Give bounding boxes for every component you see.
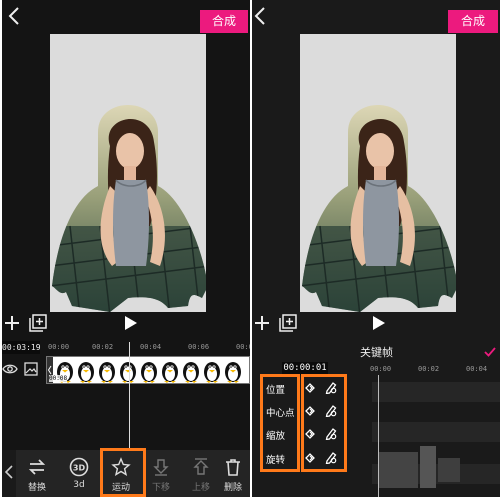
penguin-thumbnail: [225, 362, 241, 383]
keyframe-title: 关键帧: [360, 346, 393, 359]
keyframe-track[interactable]: [372, 422, 500, 442]
collapse-button[interactable]: [2, 450, 16, 497]
penguin-thumbnail: [141, 362, 157, 383]
penguin-thumbnail: [120, 362, 136, 383]
ruler-tick: 00:00: [48, 343, 70, 351]
clip-duration: 00:08: [49, 375, 68, 382]
timeline-ruler: 00:03:19 00:00 00:02 00:04 00:06 00:0: [2, 341, 250, 355]
ruler-tick: 00:06: [188, 343, 210, 351]
move-down-button[interactable]: 下移: [142, 450, 180, 497]
move-down-icon: [153, 459, 169, 476]
ruler-tick: 00:00: [370, 365, 392, 373]
clip-strip[interactable]: 00:08: [46, 356, 250, 384]
highlight-box: [260, 374, 300, 472]
replace-button[interactable]: 替换: [18, 450, 56, 497]
keyframe-track[interactable]: [372, 382, 500, 402]
penguin-thumbnail: [162, 362, 178, 383]
current-time: 00:03:19: [2, 341, 41, 354]
move-up-icon: [193, 458, 209, 475]
preview-toolbar: [252, 313, 500, 337]
highlight-box: [100, 448, 146, 497]
blurred-area: [420, 446, 436, 488]
button-label: 删除: [223, 483, 242, 493]
ruler-tick: 00:04: [140, 343, 162, 351]
penguin-thumbnail: [204, 362, 220, 383]
play-icon[interactable]: [120, 313, 140, 333]
playhead[interactable]: [129, 342, 130, 450]
delete-button[interactable]: 删除: [214, 450, 250, 497]
add-layer-icon[interactable]: [28, 313, 48, 333]
back-arrow-icon[interactable]: [6, 6, 22, 26]
preview-canvas[interactable]: [300, 34, 456, 312]
play-icon[interactable]: [368, 313, 388, 333]
preview-canvas[interactable]: [50, 34, 206, 312]
add-layer-icon[interactable]: [278, 313, 298, 333]
check-icon[interactable]: [484, 346, 496, 358]
add-icon[interactable]: [252, 313, 272, 333]
3d-icon: 3D: [69, 457, 89, 477]
ruler-tick: 00:02: [418, 365, 440, 373]
3d-button[interactable]: 3D 3d: [60, 450, 98, 497]
keyframe-playhead[interactable]: [378, 375, 379, 497]
ruler-tick: 00:0: [236, 343, 250, 351]
blurred-area: [438, 458, 460, 482]
penguin-thumbnail: [183, 362, 199, 383]
highlight-box: [301, 374, 347, 472]
preview-toolbar: [2, 313, 250, 337]
ruler-tick: 00:04: [466, 365, 488, 373]
eye-icon[interactable]: [2, 362, 18, 376]
swap-icon: [28, 459, 46, 475]
compose-button[interactable]: 合成: [448, 10, 498, 33]
preview-photo: [300, 34, 456, 312]
penguin-thumbnail: [99, 362, 115, 383]
ruler-tick: 00:02: [92, 343, 114, 351]
image-icon[interactable]: [24, 362, 38, 376]
back-arrow-icon[interactable]: [252, 6, 268, 26]
compose-button[interactable]: 合成: [200, 10, 248, 33]
button-label: 3d: [73, 480, 85, 490]
penguin-thumbnail: [78, 362, 94, 383]
editor-screen-right: 合成 关键帧 00:00:01 00:00 00:02 00:04 位置 中心点…: [252, 0, 500, 497]
chevron-left-icon: [4, 465, 13, 479]
editor-screen-left: 合成 00:03:19 00:00 00:02 00:04 00:06 00: 0: [2, 0, 250, 497]
blurred-area: [378, 452, 418, 488]
trash-icon: [226, 459, 240, 476]
add-icon[interactable]: [2, 313, 22, 333]
svg-text:3D: 3D: [73, 464, 86, 473]
preview-photo: [50, 34, 206, 312]
button-label: 下移: [151, 483, 170, 493]
button-label: 替换: [27, 483, 46, 493]
